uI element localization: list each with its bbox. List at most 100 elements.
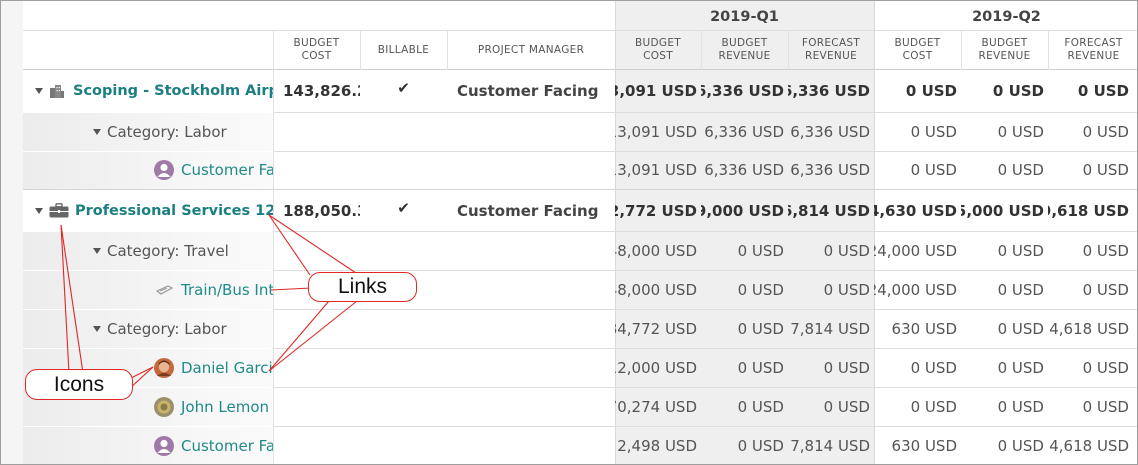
q2-forecast-revenue: 0 USD xyxy=(1082,280,1129,299)
q1-budget-revenue: 9,000 USD xyxy=(701,201,784,220)
q1-forecast-revenue: 6,336 USD xyxy=(790,122,870,141)
q1-forecast-revenue: 6,336 USD xyxy=(790,161,870,179)
resource-link[interactable]: Customer Facing xyxy=(181,161,273,179)
q2-budget-cost: 0 USD xyxy=(910,397,957,416)
category-label: Category: Labor xyxy=(107,122,227,141)
q1-forecast-revenue: 0 USD xyxy=(823,241,870,260)
q1-forecast-revenue: 7,814 USD xyxy=(790,436,870,455)
q1-budget-cost: 132,772 USD xyxy=(615,201,697,220)
q2-budget-revenue: 0 USD xyxy=(997,161,1044,179)
person-icon xyxy=(154,435,174,456)
q1-budget-revenue: 0 USD xyxy=(737,436,784,455)
group-header-q1: 2019-Q1 xyxy=(710,8,779,25)
q2-budget-revenue: 0 USD xyxy=(997,436,1044,455)
q2-forecast-revenue: 0 USD xyxy=(1082,122,1129,141)
avatar-photo-icon xyxy=(154,357,174,378)
briefcase-icon xyxy=(49,203,69,218)
table-row-resource: Customer Facing xyxy=(154,426,273,464)
budget-cost-value: 143,826.24 xyxy=(283,82,360,100)
q1-forecast-revenue: 0 USD xyxy=(823,358,870,377)
building-icon xyxy=(50,85,64,98)
chevron-down-icon[interactable] xyxy=(35,88,43,94)
q2-budget-cost: 630 USD xyxy=(891,319,957,338)
q1-budget-revenue: 0 USD xyxy=(737,241,784,260)
resource-link[interactable]: John Lemon xyxy=(181,398,269,416)
col-header-q2-forecast-revenue[interactable]: FORECAST REVENUE xyxy=(1048,31,1137,69)
q1-budget-revenue: 6,336 USD xyxy=(704,122,784,141)
q2-forecast-revenue: 0 USD xyxy=(1082,358,1129,377)
q2-budget-cost: 24,630 USD xyxy=(874,201,957,220)
col-header-q2-budget-revenue[interactable]: BUDGET REVENUE xyxy=(961,31,1048,69)
q1-budget-cost: 13,091 USD xyxy=(615,82,697,100)
project-manager-value: Customer Facing xyxy=(457,201,599,220)
q1-forecast-revenue: 0 USD xyxy=(823,397,870,416)
q1-budget-cost: 13,091 USD xyxy=(615,122,697,141)
col-header-billable[interactable]: BILLABLE xyxy=(360,31,447,69)
category-label: Category: Labor xyxy=(107,319,227,338)
q2-forecast-revenue: 0 USD xyxy=(1077,82,1129,100)
q1-forecast-revenue: 0 USD xyxy=(823,280,870,299)
chevron-down-icon[interactable] xyxy=(93,325,101,332)
table-row-resource: Daniel Garcia xyxy=(154,348,273,387)
q2-budget-revenue: 0 USD xyxy=(997,319,1044,338)
q2-budget-revenue: 0 USD xyxy=(997,397,1044,416)
col-header-q2-budget-cost[interactable]: BUDGET COST xyxy=(874,31,961,69)
q2-forecast-revenue: 4,618 USD xyxy=(1049,436,1129,455)
person-icon xyxy=(154,160,174,180)
project-link[interactable]: Scoping - Stockholm Airport xyxy=(73,83,273,99)
table-row-category: Category: Travel xyxy=(93,231,273,270)
q2-forecast-revenue: 4,618 USD xyxy=(1049,319,1129,338)
table-row-category: Category: Labor xyxy=(93,309,273,348)
chevron-down-icon[interactable] xyxy=(35,207,43,214)
budget-grid: 2019-Q1 2019-Q2 BUDGET COST BILLABLE PRO… xyxy=(0,0,1138,465)
table-row-project-scoping: Scoping - Stockholm Airport xyxy=(35,70,273,112)
q1-budget-revenue: 0 USD xyxy=(737,358,784,377)
q2-budget-revenue: 0 USD xyxy=(997,122,1044,141)
q2-forecast-revenue: 0 USD xyxy=(1082,161,1129,179)
q2-budget-revenue: 0 USD xyxy=(997,358,1044,377)
q2-budget-cost: 0 USD xyxy=(910,358,957,377)
resource-link[interactable]: Train/Bus Internal xyxy=(181,281,273,299)
col-header-q1-forecast-revenue[interactable]: FORECAST REVENUE xyxy=(788,31,874,69)
q2-forecast-revenue: 0 USD xyxy=(1082,241,1129,260)
billable-check-icon: ✔ xyxy=(397,79,410,97)
q2-budget-cost: 0 USD xyxy=(905,82,957,100)
q1-budget-revenue: 6,336 USD xyxy=(701,82,784,100)
q2-budget-cost: 24,000 USD xyxy=(874,241,957,260)
col-header-q1-budget-cost[interactable]: BUDGET COST xyxy=(615,31,701,69)
category-label: Category: Travel xyxy=(107,241,229,260)
q2-budget-cost: 630 USD xyxy=(891,436,957,455)
table-row-resource: John Lemon xyxy=(154,387,273,426)
q1-budget-revenue: 6,336 USD xyxy=(704,161,784,179)
resource-link[interactable]: Daniel Garcia xyxy=(181,359,273,377)
q1-budget-revenue: 0 USD xyxy=(737,397,784,416)
annotation-icons-callout: Icons xyxy=(25,369,133,400)
table-row-category: Category: Labor xyxy=(93,112,273,151)
annotation-links-callout: Links xyxy=(308,272,417,302)
table-row-resource: Train/Bus Internal xyxy=(156,270,273,309)
resource-link[interactable]: Customer Facing xyxy=(181,437,273,455)
chevron-down-icon[interactable] xyxy=(93,128,101,135)
group-header-q2: 2019-Q2 xyxy=(972,8,1041,25)
q2-budget-cost: 0 USD xyxy=(910,161,957,179)
billable-check-icon: ✔ xyxy=(397,199,410,217)
q1-budget-cost: 13,091 USD xyxy=(615,161,697,179)
project-link[interactable]: Professional Services 1233 xyxy=(75,203,273,219)
avatar-badge-icon xyxy=(154,396,174,417)
q2-forecast-revenue: 0 USD xyxy=(1082,397,1129,416)
q1-budget-cost: 70,274 USD xyxy=(615,397,697,416)
col-header-project-manager[interactable]: PROJECT MANAGER xyxy=(447,31,615,69)
q1-budget-cost: 48,000 USD xyxy=(615,280,697,299)
q2-budget-revenue: 5,000 USD xyxy=(961,201,1044,220)
q1-budget-cost: 48,000 USD xyxy=(615,241,697,260)
table-row-project-professional-services: Professional Services 1233 xyxy=(35,190,273,231)
q1-budget-revenue: 0 USD xyxy=(737,280,784,299)
budget-cost-value: 188,050.3 xyxy=(283,201,360,220)
q1-budget-cost: 2,498 USD xyxy=(617,436,697,455)
q1-budget-cost: 84,772 USD xyxy=(615,319,697,338)
q2-budget-revenue: 0 USD xyxy=(997,280,1044,299)
col-header-q1-budget-revenue[interactable]: BUDGET REVENUE xyxy=(701,31,788,69)
col-header-budget-cost[interactable]: BUDGET COST xyxy=(273,31,360,69)
project-manager-value: Customer Facing xyxy=(457,82,599,100)
chevron-down-icon[interactable] xyxy=(93,247,101,254)
